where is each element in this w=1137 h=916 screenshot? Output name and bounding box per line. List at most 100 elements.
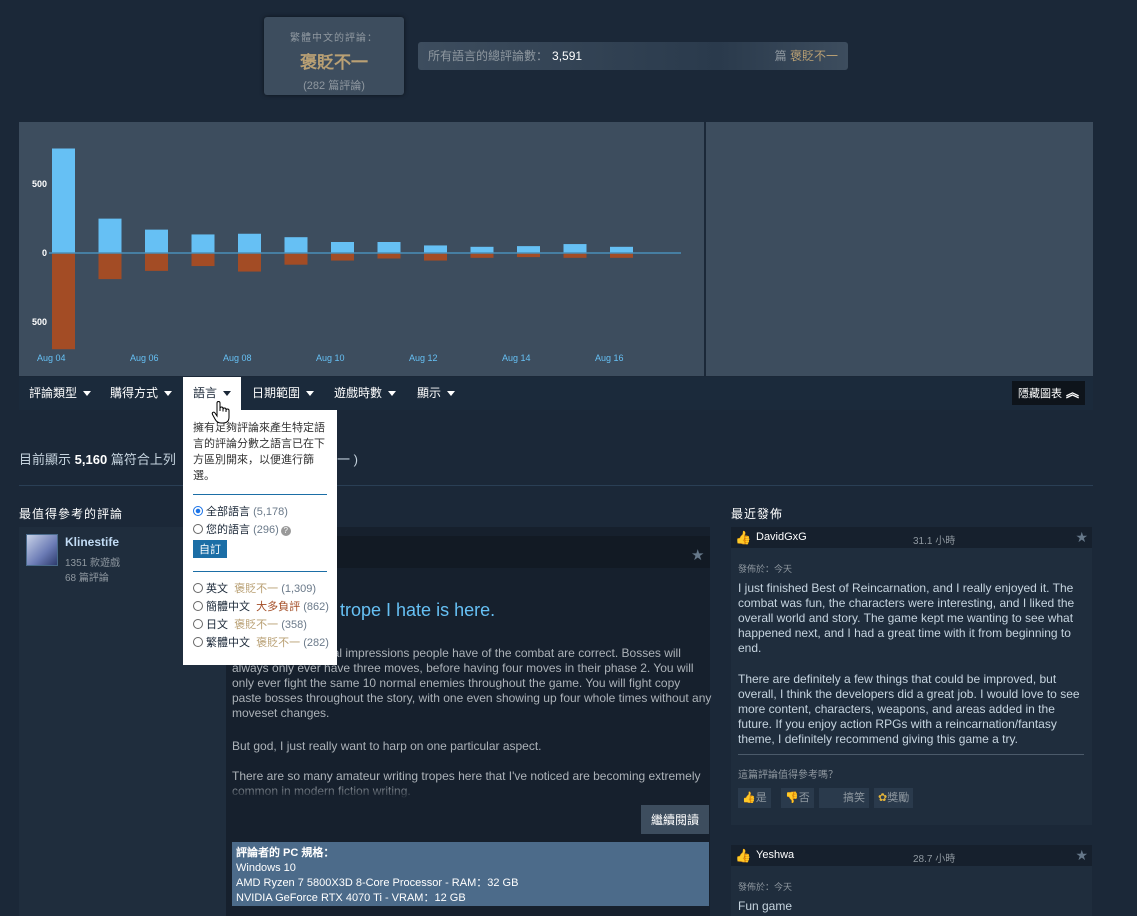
review-divider <box>738 754 1084 755</box>
option-language-english[interactable]: 英文 褒貶不一 (1,309) <box>193 580 327 598</box>
x-tick-label: Aug 10 <box>316 353 345 363</box>
y-tick-label: 500 <box>32 317 47 327</box>
vote-yes-button[interactable]: 👍是 <box>738 788 771 808</box>
x-tick-label: Aug 06 <box>130 353 159 363</box>
language-count: (358) <box>281 619 307 631</box>
radio-icon[interactable] <box>193 583 203 593</box>
radio-icon[interactable] <box>193 524 203 534</box>
showing-prefix: 目前顯示 <box>19 452 72 467</box>
radio-icon[interactable] <box>193 637 203 647</box>
option-your-languages[interactable]: 您的語言 (296)? <box>193 521 327 539</box>
star-icon[interactable]: ★ <box>1075 529 1088 546</box>
total-reviews-count: 3,591 <box>552 49 583 63</box>
language-count: (1,309) <box>281 583 317 595</box>
review-histogram-svg: 500 0 500 Aug 04 Aug 06 Aug 08 Aug 10 Aug 12 Aug… <box>32 148 681 363</box>
x-tick-label: Aug 04 <box>37 353 66 363</box>
recent-reviewer-name[interactable]: Yeshwa <box>756 849 794 861</box>
total-reviews-label: 所有語言的總評論數： <box>428 49 549 63</box>
negative-bar <box>238 253 261 272</box>
language-name: 日文 <box>206 619 228 631</box>
positive-bar <box>98 218 122 253</box>
language-count: (862) <box>303 601 329 613</box>
review-paragraph: I just finished Best of Reincarnation, a… <box>738 581 1075 655</box>
filter-display-label: 顯示 <box>417 386 442 400</box>
read-more-button[interactable]: 繼續閱讀 <box>641 805 710 834</box>
option-language-tchinese[interactable]: 繁體中文 褒貶不一 (282) <box>193 634 329 652</box>
hide-chart-button[interactable]: 隱藏圖表 ︽ <box>1011 381 1085 405</box>
helpful-review-card: Klinestife 1351 款遊戲 68 篇評論 ★ trope I hat… <box>19 527 711 916</box>
recent-review-header: 👍 Yeshwa 28.7 小時 ★ <box>731 845 1092 866</box>
positive-bar <box>610 246 633 253</box>
filter-display[interactable]: 顯示 <box>407 377 465 410</box>
star-icon[interactable]: ★ <box>691 546 704 564</box>
review-paragraph: There are so many amateur writing tropes… <box>232 769 701 798</box>
total-reviews-suffix: 篇 <box>774 49 787 63</box>
award-label: 獎勵 <box>887 792 910 804</box>
language-score-value[interactable]: 褒貶不一 <box>264 48 404 73</box>
chevron-up-icon: ︽ <box>1065 385 1079 400</box>
pc-specs-title: 評論者的 PC 規格： <box>236 847 335 859</box>
review-histogram-chart: 500 0 500 Aug 04 Aug 06 Aug 08 Aug 10 Aug 12 Aug… <box>19 122 704 376</box>
negative-bar <box>98 253 122 280</box>
filter-purchase-type[interactable]: 購得方式 <box>100 377 182 410</box>
chevron-down-icon <box>83 391 92 397</box>
negative-bar <box>424 253 447 261</box>
pc-specs-gpu: NVIDIA GeForce RTX 4070 Ti - VRAM：12 GB <box>236 892 466 904</box>
avatar[interactable] <box>26 534 58 566</box>
radio-icon[interactable] <box>193 619 203 629</box>
section-divider <box>19 485 1093 486</box>
reviewer-review-count[interactable]: 68 篇評論 <box>65 569 109 584</box>
filter-date-range[interactable]: 日期範圍 <box>242 377 324 410</box>
thumbs-up-icon: 👍 <box>735 530 752 545</box>
vote-funny-button[interactable]: 搞笑 <box>819 788 869 808</box>
total-reviews-rating[interactable]: 褒貶不一 <box>790 49 838 63</box>
option-language-schinese[interactable]: 簡體中文 大多負評 (862) <box>193 598 329 616</box>
radio-icon[interactable] <box>193 601 203 611</box>
chevron-down-icon <box>447 391 456 397</box>
vote-funny-label: 搞笑 <box>843 792 865 804</box>
hide-chart-label: 隱藏圖表 <box>1017 388 1062 400</box>
option-your-languages-count: (296) <box>253 524 279 536</box>
negative-bar <box>377 253 401 259</box>
positive-bar <box>470 246 494 253</box>
reviewer-games-owned[interactable]: 1351 款遊戲 <box>65 554 120 569</box>
positive-bar <box>52 148 75 253</box>
filter-language-label: 語言 <box>193 386 218 400</box>
customize-button[interactable]: 自訂 <box>193 540 227 558</box>
recent-review-card: 👍 DavidGxG 31.1 小時 ★ 發佈於：今天 I just finis… <box>731 527 1092 825</box>
vote-yes-label: 是 <box>755 792 767 804</box>
positive-bar <box>424 245 447 253</box>
helpful-reviews-title: 最值得參考的評論 <box>19 507 124 521</box>
filter-review-type[interactable]: 評論類型 <box>19 377 101 410</box>
option-language-japanese[interactable]: 日文 褒貶不一 (358) <box>193 616 327 634</box>
showing-suffix: 篇符合上列 <box>110 452 176 467</box>
chevron-down-icon <box>388 391 397 397</box>
filter-playtime[interactable]: 遊戲時數 <box>324 377 406 410</box>
language-name: 英文 <box>206 583 228 595</box>
recent-review-hours: 31.1 小時 <box>913 536 956 547</box>
total-reviews-bar: 所有語言的總評論數： 3,591 篇 褒貶不一 <box>418 42 848 70</box>
negative-bar <box>191 253 215 267</box>
vote-no-button[interactable]: 👎否 <box>781 788 814 808</box>
positive-bar <box>284 237 308 253</box>
radio-selected-icon[interactable] <box>193 506 203 516</box>
thumbs-down-icon: 👎 <box>785 792 799 804</box>
award-button[interactable]: ✿獎勵 <box>874 788 914 808</box>
option-all-languages[interactable]: 全部語言 (5,178) <box>193 503 327 521</box>
star-icon[interactable]: ★ <box>1075 847 1088 864</box>
reviewer-name[interactable]: Klinestife <box>65 535 119 549</box>
x-tick-label: Aug 16 <box>595 353 624 363</box>
negative-bar <box>284 253 308 265</box>
pc-specs-box: 評論者的 PC 規格： Windows 10 AMD Ryzen 7 5800X… <box>232 842 709 906</box>
recent-reviews-title: 最近發佈 <box>731 507 784 521</box>
hand-cursor-icon <box>211 401 230 424</box>
help-icon[interactable]: ? <box>280 526 291 536</box>
option-all-languages-count: (5,178) <box>253 506 288 518</box>
recent-reviewer-name[interactable]: DavidGxG <box>756 531 807 543</box>
x-tick-label: Aug 14 <box>502 353 531 363</box>
chevron-down-icon <box>164 391 173 397</box>
positive-bar <box>331 242 354 253</box>
language-score-count: (282 篇評論) <box>303 80 365 92</box>
y-tick-label: 500 <box>32 179 47 189</box>
positive-bar <box>191 234 215 253</box>
